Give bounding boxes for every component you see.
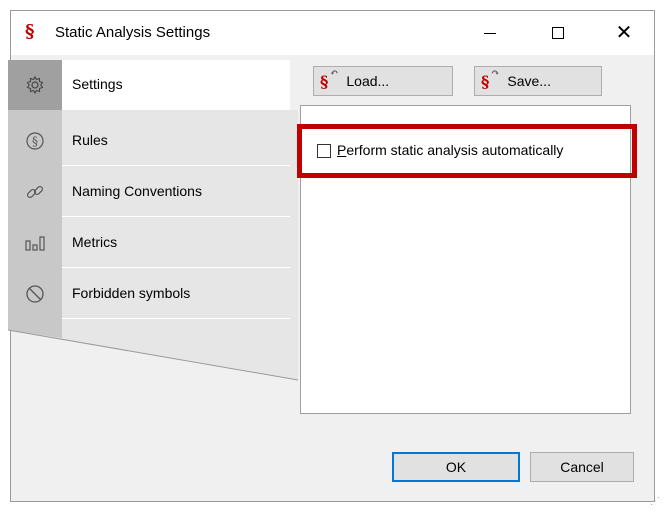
- sidebar: Settings § Rules Naming Conventions Metr…: [8, 60, 299, 416]
- maximize-button[interactable]: [535, 11, 581, 55]
- sidebar-item-label: Metrics: [72, 234, 118, 250]
- gear-icon: [26, 75, 44, 95]
- cancel-button[interactable]: Cancel: [530, 452, 634, 482]
- window-title: Static Analysis Settings: [55, 24, 211, 41]
- cancel-label: Cancel: [560, 459, 604, 475]
- sidebar-item-forbidden-symbols[interactable]: Forbidden symbols: [8, 269, 290, 319]
- auto-analysis-label-rest: erform static analysis automatically: [346, 142, 564, 158]
- divider: [62, 267, 290, 268]
- auto-analysis-checkbox[interactable]: [317, 144, 331, 158]
- ok-label: OK: [445, 459, 467, 475]
- prohibited-icon: [26, 285, 44, 303]
- sidebar-item-label: Forbidden symbols: [72, 285, 191, 301]
- sidebar-item-label: Rules: [72, 132, 108, 148]
- maximize-icon: [552, 27, 564, 39]
- minimize-button[interactable]: [467, 11, 513, 55]
- sidebar-item-label: Naming Conventions: [72, 183, 202, 199]
- divider: [62, 318, 290, 319]
- sidebar-item-naming-conventions[interactable]: Naming Conventions: [8, 167, 290, 217]
- app-icon: §: [25, 21, 35, 42]
- save-label: Save...: [507, 73, 551, 89]
- svg-text:§: §: [32, 135, 38, 149]
- auto-analysis-label[interactable]: Perform static analysis automatically: [337, 142, 563, 158]
- save-icon: § ↷: [481, 67, 500, 91]
- resize-grip-icon[interactable]: ⋰: [650, 496, 660, 507]
- sidebar-item-settings[interactable]: Settings: [8, 60, 290, 110]
- load-icon: § ↶: [320, 67, 339, 91]
- link-icon: [26, 185, 44, 199]
- close-button[interactable]: ✕: [601, 11, 647, 55]
- section-sign-icon: §: [26, 132, 44, 150]
- title-bar[interactable]: § Static Analysis Settings ✕: [11, 11, 654, 55]
- mnemonic: P: [337, 142, 347, 158]
- sidebar-item-metrics[interactable]: Metrics: [8, 218, 290, 268]
- load-label: Load...: [346, 73, 390, 89]
- sidebar-item-label: Settings: [72, 76, 123, 92]
- minimize-icon: [484, 32, 496, 34]
- divider: [62, 216, 290, 217]
- metrics-bars-icon: [25, 236, 45, 251]
- save-button[interactable]: § ↷ Save...: [474, 66, 602, 96]
- close-icon: ✕: [615, 22, 633, 44]
- ok-button[interactable]: OK: [392, 452, 520, 482]
- divider: [62, 165, 290, 166]
- load-button[interactable]: § ↶ Load...: [313, 66, 453, 96]
- sidebar-item-rules[interactable]: § Rules: [8, 116, 290, 166]
